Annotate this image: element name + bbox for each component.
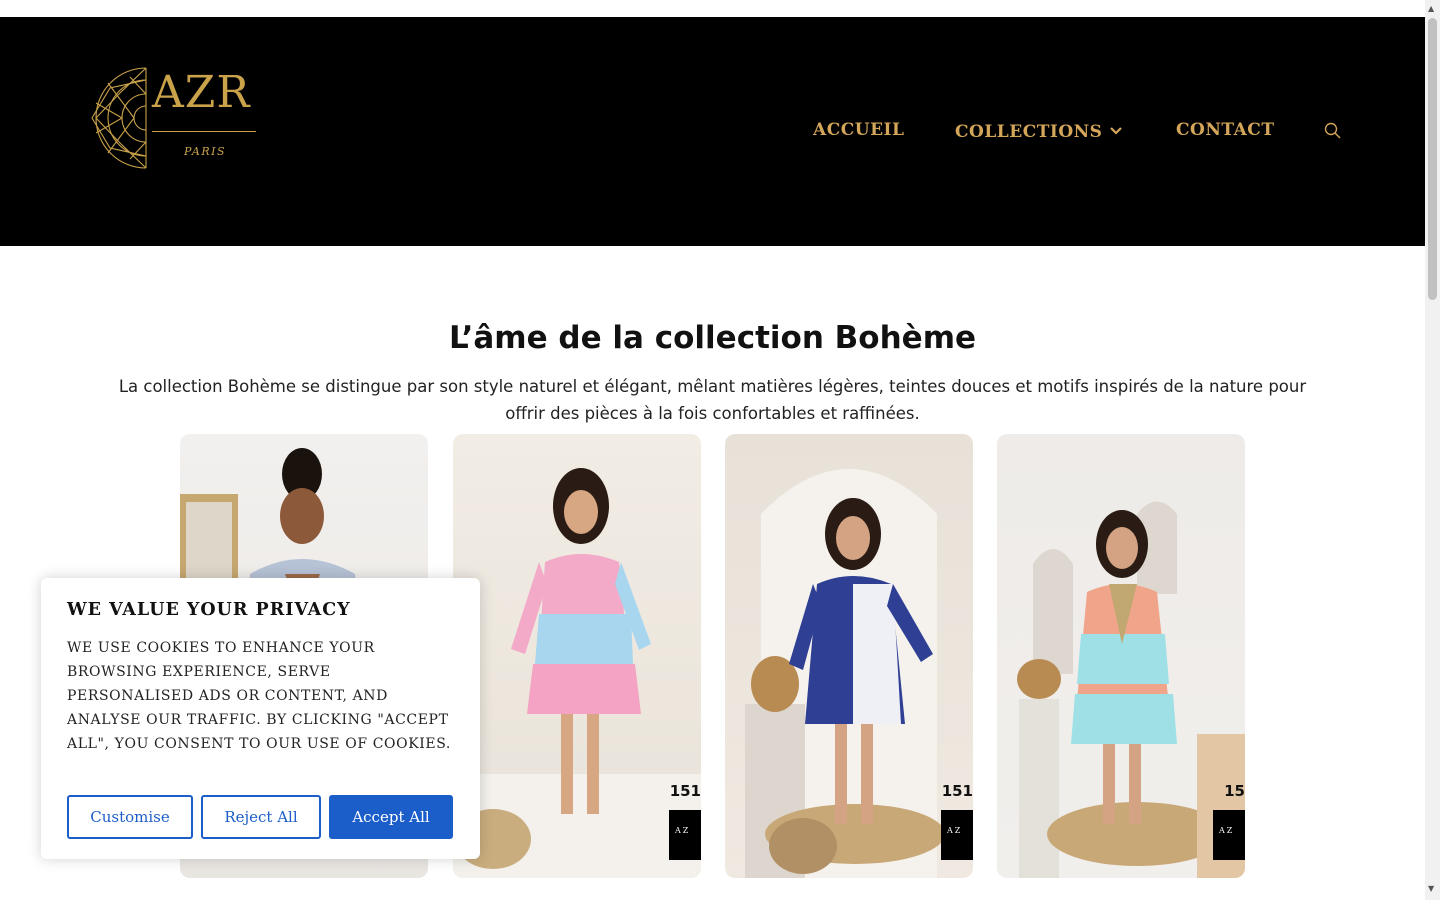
product-photo xyxy=(453,468,701,878)
collection-heading: L’âme de la collection Bohème xyxy=(448,320,977,356)
scroll-down-arrow-icon[interactable]: ▼ xyxy=(1428,884,1434,893)
logo-divider xyxy=(152,131,256,132)
nav-collections[interactable]: COLLECTIONS xyxy=(955,120,1123,142)
reject-all-button[interactable]: Reject All xyxy=(201,795,321,839)
search-icon[interactable] xyxy=(1324,122,1341,144)
nav-collections-label: COLLECTIONS xyxy=(955,122,1103,142)
product-photo xyxy=(1017,501,1245,878)
product-card[interactable]: 15 AZ xyxy=(997,434,1245,878)
scrollbar-thumb[interactable] xyxy=(1428,18,1437,300)
logo-title: AZR xyxy=(152,67,251,118)
scroll-up-arrow-icon[interactable]: ▲ xyxy=(1428,4,1434,13)
product-number: 15 xyxy=(1224,782,1245,800)
nav-contact[interactable]: CONTACT xyxy=(1176,120,1274,140)
logo-subtitle: PARIS xyxy=(184,145,226,158)
brand-tag: AZ xyxy=(941,810,973,860)
nav-accueil[interactable]: ACCUEIL xyxy=(813,120,904,140)
page-scrollbar[interactable]: ▲ ▼ xyxy=(1425,0,1440,900)
product-photo xyxy=(745,469,945,878)
product-number: 151 xyxy=(669,782,701,800)
logo[interactable]: AZR PARIS xyxy=(90,63,260,173)
collection-intro: La collection Bohème se distingue par so… xyxy=(118,377,1307,423)
product-number: 151 xyxy=(941,782,973,800)
mandala-icon xyxy=(91,67,147,169)
cookie-description: WE USE COOKIES TO ENHANCE YOUR BROWSING … xyxy=(67,640,451,752)
brand-tag: AZ xyxy=(1213,810,1245,860)
product-card[interactable]: 151 AZ xyxy=(725,434,973,878)
product-card[interactable]: 151 AZ xyxy=(453,434,701,878)
chevron-down-icon xyxy=(1110,120,1123,140)
accept-all-button[interactable]: Accept All xyxy=(329,795,453,839)
cookie-consent-banner: WE VALUE YOUR PRIVACY WE USE COOKIES TO … xyxy=(41,578,480,859)
site-header: AZR PARIS ACCUEIL COLLECTIONS CONTACT xyxy=(0,17,1425,246)
cookie-title: WE VALUE YOUR PRIVACY xyxy=(67,600,351,620)
customise-button[interactable]: Customise xyxy=(67,795,193,839)
brand-tag: AZ xyxy=(669,810,701,860)
